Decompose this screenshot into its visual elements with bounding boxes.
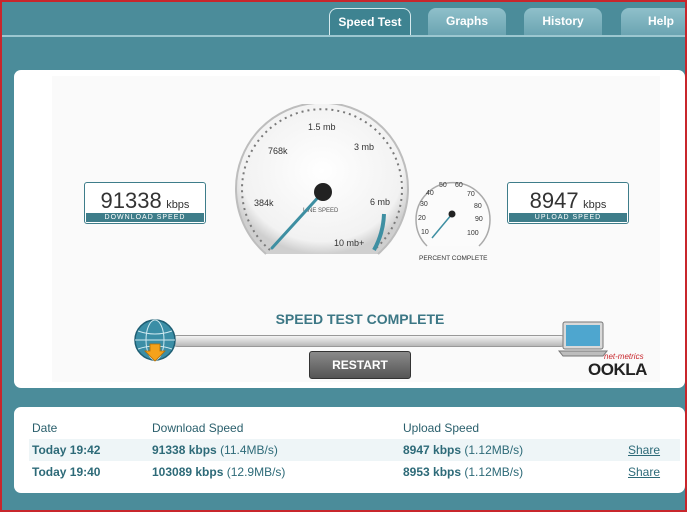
results-panel: Date Download Speed Upload Speed Today 1… xyxy=(14,407,685,493)
percent-hub xyxy=(448,210,456,218)
restart-button[interactable]: RESTART xyxy=(309,351,411,379)
percent-tick-100: 100 xyxy=(467,230,479,237)
download-speed-box: 91338 kbps DOWNLOAD SPEED xyxy=(84,182,206,224)
gauge-tick-1.5mb: 1.5 mb xyxy=(308,122,336,132)
line-speed-gauge: 384k 768k 1.5 mb 3 mb 6 mb 10 mb+ LINE S… xyxy=(235,104,409,255)
download-unit: kbps xyxy=(166,199,190,211)
row2-date: Today 19:40 xyxy=(32,465,101,479)
upload-speed-box: 8947 kbps UPLOAD SPEED xyxy=(507,182,629,224)
globe-icon xyxy=(134,319,176,362)
header-date: Date xyxy=(32,421,58,435)
speedtest-window: Speed Test Graphs History Help 91338 kbp… xyxy=(0,0,687,512)
status-text: SPEED TEST COMPLETE xyxy=(275,311,445,327)
header-download: Download Speed xyxy=(152,421,244,435)
row2-download-mb: (12.9MB/s) xyxy=(226,465,286,479)
tab-divider xyxy=(2,35,685,37)
ookla-name: OOKLA xyxy=(588,360,647,379)
row1-date: Today 19:42 xyxy=(32,443,101,457)
tab-history[interactable]: History xyxy=(524,8,602,36)
row2-download: 103089 kbps xyxy=(152,465,224,479)
percent-tick-30: 30 xyxy=(420,201,428,208)
upload-unit: kbps xyxy=(583,199,607,211)
header-upload: Upload Speed xyxy=(403,421,480,435)
gauge-tick-10mb: 10 mb+ xyxy=(334,238,364,248)
gauge-tick-768k: 768k xyxy=(268,146,288,156)
percent-tick-50: 50 xyxy=(439,182,447,189)
percent-tick-10: 10 xyxy=(421,229,429,236)
tab-graphs[interactable]: Graphs xyxy=(428,8,506,36)
row1-download: 91338 kbps xyxy=(152,443,217,457)
gauge-tick-6mb: 6 mb xyxy=(370,197,390,207)
download-label: DOWNLOAD SPEED xyxy=(86,213,204,222)
percent-tick-40: 40 xyxy=(426,190,434,197)
percent-complete-label: PERCENT COMPLETE xyxy=(419,255,488,262)
download-value: 91338 xyxy=(100,188,162,213)
row2-upload: 8953 kbps xyxy=(403,465,462,479)
upload-label: UPLOAD SPEED xyxy=(509,213,627,222)
row1-share-link[interactable]: Share xyxy=(628,443,660,457)
gauge-hub xyxy=(314,183,332,201)
table-row xyxy=(29,439,680,461)
tab-speed-test[interactable]: Speed Test xyxy=(329,8,411,37)
row2-upload-mb: (1.12MB/s) xyxy=(464,465,524,479)
upload-value: 8947 xyxy=(529,188,579,213)
percent-tick-80: 80 xyxy=(474,203,482,210)
gauge-tick-384k: 384k xyxy=(254,198,274,208)
percent-complete-gauge: 10 20 30 40 50 60 70 80 90 100 PERCENT C… xyxy=(415,182,491,262)
row1-download-mb: (11.4MB/s) xyxy=(220,443,278,457)
percent-tick-90: 90 xyxy=(475,216,483,223)
row2-share-link[interactable]: Share xyxy=(628,465,660,479)
tab-help[interactable]: Help xyxy=(621,8,685,36)
ookla-logo: net-metrics OOKLA xyxy=(588,352,658,380)
progress-track xyxy=(172,335,566,347)
gauge-tick-3mb: 3 mb xyxy=(354,142,374,152)
percent-tick-70: 70 xyxy=(467,191,475,198)
row1-upload: 8947 kbps xyxy=(403,443,462,457)
row1-upload-mb: (1.12MB/s) xyxy=(464,443,524,457)
tab-bar: Speed Test Graphs History Help xyxy=(2,2,685,37)
table-row xyxy=(29,461,680,483)
percent-tick-20: 20 xyxy=(418,215,426,222)
percent-tick-60: 60 xyxy=(455,182,463,189)
